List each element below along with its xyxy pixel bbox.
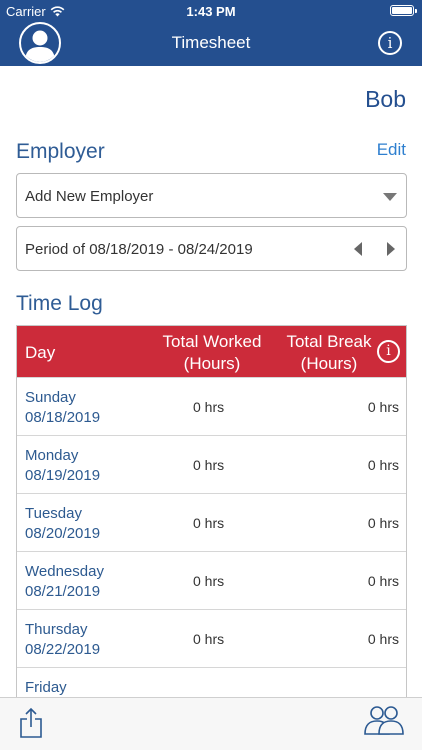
employer-select[interactable]: Add New Employer [16, 173, 407, 218]
people-icon[interactable] [362, 702, 406, 738]
navigation-bar: Carrier 1:43 PM Timesheet i [0, 0, 422, 66]
table-row[interactable]: Thursday 08/22/2019 0 hrs 0 hrs [17, 609, 406, 667]
row-day: Wednesday [25, 563, 104, 580]
battery-icon [390, 5, 417, 16]
row-break: 0 hrs [367, 515, 399, 531]
header-day: Day [25, 343, 56, 362]
row-worked: 0 hrs [193, 399, 225, 415]
employer-section-title: Employer [16, 140, 105, 163]
table-row[interactable]: Wednesday 08/21/2019 0 hrs 0 hrs [17, 551, 406, 609]
page-title: Timesheet [171, 33, 251, 52]
row-worked: 0 hrs [193, 515, 225, 531]
period-selector: Period of 08/18/2019 - 08/24/2019 [16, 226, 407, 271]
table-row[interactable]: Sunday 08/18/2019 0 hrs 0 hrs [17, 377, 406, 435]
header-total-break-line2: (Hours) [300, 354, 358, 373]
row-date: 08/21/2019 [25, 583, 101, 600]
row-day: Tuesday [25, 505, 82, 522]
header-total-worked: Total Worked (Hours) [155, 331, 269, 375]
row-day: Monday [25, 447, 79, 464]
timelog-table: Day Total Worked (Hours) Total Break (Ho… [16, 325, 407, 705]
row-break: 0 hrs [367, 631, 399, 647]
timelog-section-title: Time Log [16, 292, 103, 315]
info-icon[interactable]: i [377, 340, 400, 363]
row-day: Thursday [25, 621, 88, 638]
employer-select-value: Add New Employer [25, 188, 154, 205]
status-bar: Carrier 1:43 PM [0, 0, 422, 22]
previous-period-icon[interactable] [354, 242, 362, 256]
row-worked: 0 hrs [193, 457, 225, 473]
table-row[interactable]: Tuesday 08/20/2019 0 hrs 0 hrs [17, 493, 406, 551]
period-label: Period of 08/18/2019 - 08/24/2019 [25, 241, 253, 258]
next-period-icon[interactable] [387, 242, 395, 256]
row-day: Friday [25, 679, 67, 696]
header-total-break: Total Break (Hours) [279, 331, 379, 375]
row-worked: 0 hrs [193, 573, 225, 589]
row-break: 0 hrs [367, 457, 399, 473]
info-icon[interactable]: i [378, 31, 402, 55]
share-icon[interactable] [18, 707, 44, 739]
user-name: Bob [365, 86, 406, 112]
row-date: 08/19/2019 [25, 467, 101, 484]
row-break: 0 hrs [367, 399, 399, 415]
status-time: 1:43 PM [186, 4, 236, 19]
row-date: 08/18/2019 [25, 409, 101, 426]
timelog-header: Day Total Worked (Hours) Total Break (Ho… [17, 326, 406, 377]
edit-employer-button[interactable]: Edit [377, 140, 406, 160]
bottom-toolbar [0, 697, 422, 750]
chevron-down-icon [383, 193, 397, 201]
header-total-break-line1: Total Break [286, 332, 372, 351]
row-date: 08/22/2019 [25, 641, 101, 658]
row-day: Sunday [25, 389, 76, 406]
row-break: 0 hrs [367, 573, 399, 589]
header-total-worked-line2: (Hours) [183, 354, 241, 373]
table-row[interactable]: Monday 08/19/2019 0 hrs 0 hrs [17, 435, 406, 493]
header-total-worked-line1: Total Worked [162, 332, 262, 351]
row-date: 08/20/2019 [25, 525, 101, 542]
row-worked: 0 hrs [193, 631, 225, 647]
